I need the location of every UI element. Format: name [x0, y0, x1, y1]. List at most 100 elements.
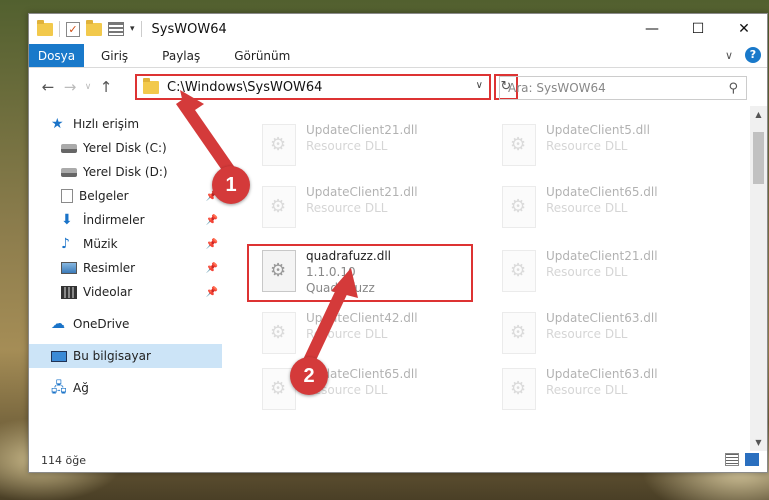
sidebar-item-this-pc[interactable]: Bu bilgisayar — [29, 344, 222, 368]
pin-icon[interactable]: 📌 — [206, 215, 218, 226]
close-button[interactable]: ✕ — [721, 14, 767, 44]
ribbon-tabs: Dosya Giriş Paylaş Görünüm ∨ ? — [29, 44, 767, 68]
sidebar-item-downloads[interactable]: ⬇ İndirmeler 📌 — [29, 208, 222, 232]
file-description: Resource DLL — [306, 139, 388, 153]
file-name: UpdateClient42.dll — [306, 311, 418, 325]
file-description: Resource DLL — [306, 201, 388, 215]
sidebar-item-pictures[interactable]: Resimler 📌 — [29, 256, 222, 280]
pin-icon[interactable]: 📌 — [206, 263, 218, 274]
sidebar-item-documents[interactable]: Belgeler 📌 — [29, 184, 222, 208]
recent-locations-chevron-icon[interactable]: ∨ — [81, 82, 95, 92]
file-name: UpdateClient21.dll — [306, 123, 418, 137]
file-name: UpdateClient21.dll — [306, 185, 418, 199]
file-item[interactable]: UpdateClient63.dll Resource DLL — [488, 306, 716, 362]
tab-file[interactable]: Dosya — [29, 44, 84, 67]
sidebar-item-network[interactable]: 🖧 Ağ — [29, 376, 222, 400]
file-item-quadrafuzz[interactable]: quadrafuzz.dll 1.1.0.10 Quadrafuzz — [248, 244, 476, 300]
star-icon: ★ — [51, 116, 64, 132]
navigation-bar: ← → ∨ ↑ C:\Windows\SysWOW64 ∨ ↻ Ara: Sys… — [29, 69, 767, 105]
file-description: Resource DLL — [546, 139, 628, 153]
scroll-up-arrow-icon[interactable]: ▲ — [750, 106, 767, 123]
dll-file-icon — [262, 250, 296, 292]
expand-ribbon-chevron-icon[interactable]: ∨ — [725, 49, 733, 62]
cloud-icon: ☁ — [51, 316, 65, 332]
view-options-icon[interactable] — [108, 22, 124, 36]
forward-arrow-icon[interactable]: → — [59, 78, 81, 96]
search-box[interactable]: Ara: SysWOW64 ⚲ — [499, 76, 747, 100]
up-arrow-icon[interactable]: ↑ — [95, 78, 117, 96]
scroll-thumb[interactable] — [753, 132, 764, 184]
minimize-button[interactable]: — — [629, 14, 675, 44]
search-input[interactable]: Ara: SysWOW64 — [508, 81, 606, 95]
address-path[interactable]: C:\Windows\SysWOW64 — [167, 80, 322, 95]
address-dropdown-icon[interactable]: ∨ — [476, 80, 483, 91]
back-arrow-icon[interactable]: ← — [37, 78, 59, 96]
window-controls: — ☐ ✕ — [629, 14, 767, 44]
sidebar-item-label: Yerel Disk (D:) — [83, 165, 168, 179]
file-item[interactable]: UpdateClient63.dll Resource DLL — [488, 362, 716, 418]
file-item[interactable]: UpdateClient21.dll Resource DLL — [248, 180, 476, 236]
maximize-button[interactable]: ☐ — [675, 14, 721, 44]
ribbon-right-controls: ∨ ? — [725, 47, 761, 63]
document-icon — [61, 189, 73, 203]
file-explorer-window: ✓ ▾ SysWOW64 — ☐ ✕ Dosya Giriş Paylaş Gö… — [28, 13, 768, 473]
file-item[interactable]: UpdateClient21.dll Resource DLL — [488, 244, 716, 300]
file-name: UpdateClient5.dll — [546, 123, 650, 137]
download-icon: ⬇ — [61, 212, 73, 228]
music-icon: ♪ — [61, 236, 70, 252]
item-count: 114 öğe — [41, 453, 86, 467]
dll-file-icon — [262, 186, 296, 228]
tab-share[interactable]: Paylaş — [145, 44, 217, 67]
pin-icon[interactable]: 📌 — [206, 239, 218, 250]
sidebar-item-label: Videolar — [83, 285, 133, 299]
quick-access-toolbar: ✓ ▾ — [37, 19, 142, 37]
sidebar-item-label: İndirmeler — [83, 213, 145, 227]
file-description: Resource DLL — [306, 327, 388, 341]
search-icon: ⚲ — [728, 80, 738, 96]
vertical-scrollbar[interactable]: ▲ ▼ — [750, 106, 767, 451]
details-view-icon[interactable] — [725, 453, 739, 466]
sidebar-item-label: Müzik — [83, 237, 118, 251]
file-name: UpdateClient65.dll — [546, 185, 658, 199]
file-item[interactable]: UpdateClient65.dll Resource DLL — [488, 180, 716, 236]
address-bar[interactable]: C:\Windows\SysWOW64 ∨ — [135, 74, 491, 100]
dll-file-icon — [262, 124, 296, 166]
sidebar-item-label: Ağ — [73, 381, 89, 395]
title-bar: ✓ ▾ SysWOW64 — ☐ ✕ — [29, 14, 767, 44]
sidebar-item-label: Resimler — [83, 261, 136, 275]
file-item[interactable]: UpdateClient21.dll Resource DLL — [248, 118, 476, 174]
folder-icon — [37, 19, 53, 36]
video-icon — [61, 285, 77, 299]
customize-toolbar-icon[interactable]: ▾ — [130, 24, 135, 34]
sidebar-item-local-disk-c[interactable]: Yerel Disk (C:) — [29, 136, 222, 160]
sidebar-item-quick-access[interactable]: ★ Hızlı erişim — [29, 112, 222, 136]
new-folder-icon[interactable] — [86, 19, 102, 36]
sidebar-item-music[interactable]: ♪ Müzik 📌 — [29, 232, 222, 256]
file-item[interactable]: UpdateClient42.dll Resource DLL — [248, 306, 476, 362]
file-description: Resource DLL — [546, 201, 628, 215]
sidebar-item-label: Bu bilgisayar — [73, 349, 151, 363]
sidebar-item-label: Belgeler — [79, 189, 129, 203]
properties-check-icon[interactable]: ✓ — [66, 21, 80, 37]
file-version: 1.1.0.10 — [306, 265, 356, 279]
sidebar-item-label: Yerel Disk (C:) — [83, 141, 167, 155]
pictures-icon — [61, 262, 77, 274]
tiles-view-icon[interactable] — [745, 453, 759, 466]
sidebar-item-local-disk-d[interactable]: Yerel Disk (D:) — [29, 160, 222, 184]
folder-icon — [143, 77, 159, 94]
sidebar-item-videos[interactable]: Videolar 📌 — [29, 280, 222, 304]
step-2-callout: 2 — [290, 357, 328, 395]
sidebar-item-label: Hızlı erişim — [73, 117, 140, 131]
sidebar-item-onedrive[interactable]: ☁ OneDrive — [29, 312, 222, 336]
disk-icon — [61, 143, 77, 153]
computer-icon — [51, 350, 67, 362]
file-name: UpdateClient63.dll — [546, 311, 658, 325]
dll-file-icon — [502, 250, 536, 292]
tab-view[interactable]: Görünüm — [217, 44, 307, 67]
file-item[interactable]: UpdateClient65.dllResource DLL — [248, 362, 476, 418]
tab-home[interactable]: Giriş — [84, 44, 145, 67]
pin-icon[interactable]: 📌 — [206, 287, 218, 298]
dll-file-icon — [262, 312, 296, 354]
help-icon[interactable]: ? — [745, 47, 761, 63]
file-item[interactable]: UpdateClient5.dll Resource DLL — [488, 118, 716, 174]
